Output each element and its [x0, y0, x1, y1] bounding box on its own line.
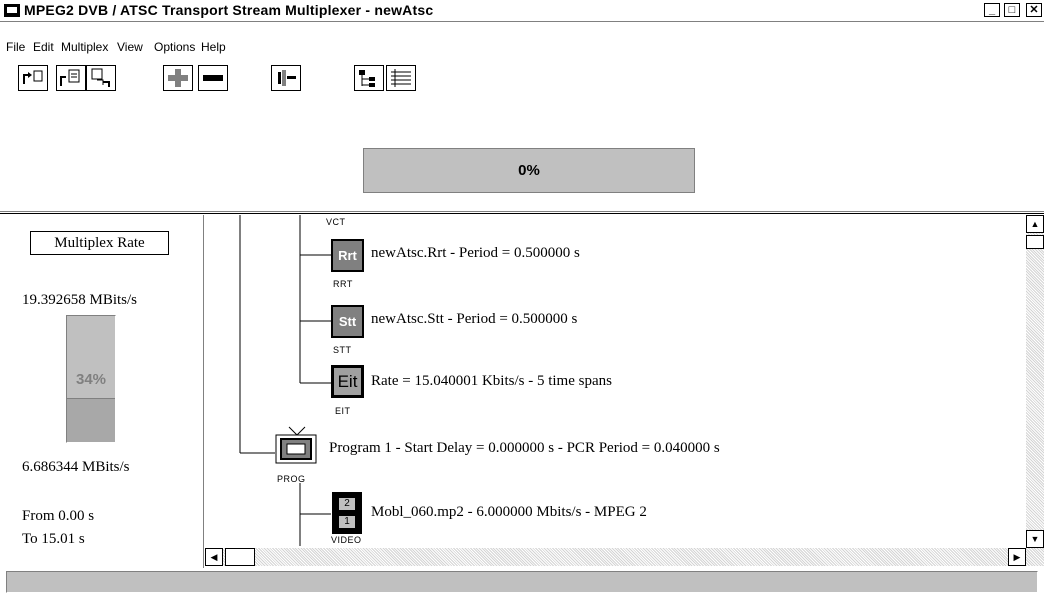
tv-icon[interactable]: [275, 425, 325, 473]
open-icon[interactable]: [56, 65, 86, 91]
video-label[interactable]: Mobl_060.mp2 - 6.000000 Mbits/s - MPEG 2: [371, 504, 647, 521]
from-time: From 0.00 s: [22, 508, 95, 524]
separator: [0, 211, 1044, 214]
stt-icon[interactable]: Stt: [331, 305, 364, 338]
add-icon[interactable]: [163, 65, 193, 91]
film-frame-top: 2: [339, 498, 355, 510]
film-frame-bottom: 1: [339, 516, 355, 528]
vertical-scroll-thumb[interactable]: [1026, 235, 1044, 249]
menu-items: File Edit Multiplex View Options Help: [0, 40, 1044, 58]
window-title: MPEG2 DVB / ATSC Transport Stream Multip…: [24, 2, 434, 18]
vct-caption: VCT: [326, 217, 346, 227]
toolbar: [0, 60, 1044, 96]
menu-file[interactable]: File: [6, 40, 25, 54]
eit-caption: EIT: [335, 406, 351, 416]
progress-bar: 0%: [363, 148, 695, 193]
horizontal-scroll-thumb[interactable]: [225, 548, 255, 566]
tree-list-icon[interactable]: [386, 65, 416, 91]
scroll-right-button[interactable]: ▶: [1008, 548, 1026, 566]
menu-view[interactable]: View: [117, 40, 143, 54]
program-caption: PROG: [277, 474, 306, 484]
stt-caption: STT: [333, 345, 352, 355]
maximize-button[interactable]: □: [1004, 3, 1020, 17]
film-icon[interactable]: 2 1: [332, 492, 362, 534]
save-icon[interactable]: [86, 65, 116, 91]
multiplex-rate-label: Multiplex Rate: [30, 231, 169, 255]
status-bar: [6, 571, 1038, 593]
menu-options[interactable]: Options: [154, 40, 195, 54]
rrt-icon[interactable]: Rrt: [331, 239, 364, 272]
rrt-label[interactable]: newAtsc.Rrt - Period = 0.500000 s: [371, 245, 580, 262]
program-label[interactable]: Program 1 - Start Delay = 0.000000 s - P…: [329, 440, 720, 457]
eit-icon[interactable]: Eit: [331, 365, 364, 398]
scroll-up-button[interactable]: ▲: [1026, 215, 1044, 233]
menu-edit[interactable]: Edit: [33, 40, 54, 54]
tree-lines: [239, 215, 331, 546]
tree-expand-icon[interactable]: [354, 65, 384, 91]
title-bar: MPEG2 DVB / ATSC Transport Stream Multip…: [0, 0, 1044, 22]
rate-panel: Multiplex Rate 19.392658 MBits/s 34% 6.6…: [6, 215, 204, 568]
stt-label[interactable]: newAtsc.Stt - Period = 0.500000 s: [371, 311, 577, 328]
menu-help[interactable]: Help: [201, 40, 226, 54]
min-rate: 6.686344 MBits/s: [22, 459, 130, 475]
scroll-down-button[interactable]: ▼: [1026, 530, 1044, 548]
minimize-button[interactable]: _: [984, 3, 1000, 17]
remove-icon[interactable]: [198, 65, 228, 91]
max-rate: 19.392658 MBits/s: [22, 292, 138, 308]
new-icon[interactable]: [18, 65, 48, 91]
menu-multiplex[interactable]: Multiplex: [61, 40, 108, 54]
stream-tree[interactable]: VCT Rrt RRT newAtsc.Rrt - Period = 0.500…: [205, 215, 1026, 546]
progress-label: 0%: [518, 162, 540, 179]
rate-gauge: 34%: [66, 315, 116, 443]
horizontal-scrollbar[interactable]: ◀ ▶: [205, 548, 1026, 566]
to-time: To 15.01 s: [22, 531, 85, 547]
rrt-caption: RRT: [333, 279, 353, 289]
rate-gauge-fill: [67, 398, 115, 442]
scroll-left-button[interactable]: ◀: [205, 548, 223, 566]
vertical-scrollbar[interactable]: ▲ ▼: [1026, 215, 1044, 566]
app-icon[interactable]: [4, 4, 20, 17]
multiplex-icon[interactable]: [271, 65, 301, 91]
rate-gauge-label: 34%: [75, 371, 107, 388]
eit-label[interactable]: Rate = 15.040001 Kbits/s - 5 time spans: [371, 373, 612, 390]
close-button[interactable]: ✕: [1026, 3, 1042, 17]
video-caption: VIDEO: [331, 535, 362, 545]
